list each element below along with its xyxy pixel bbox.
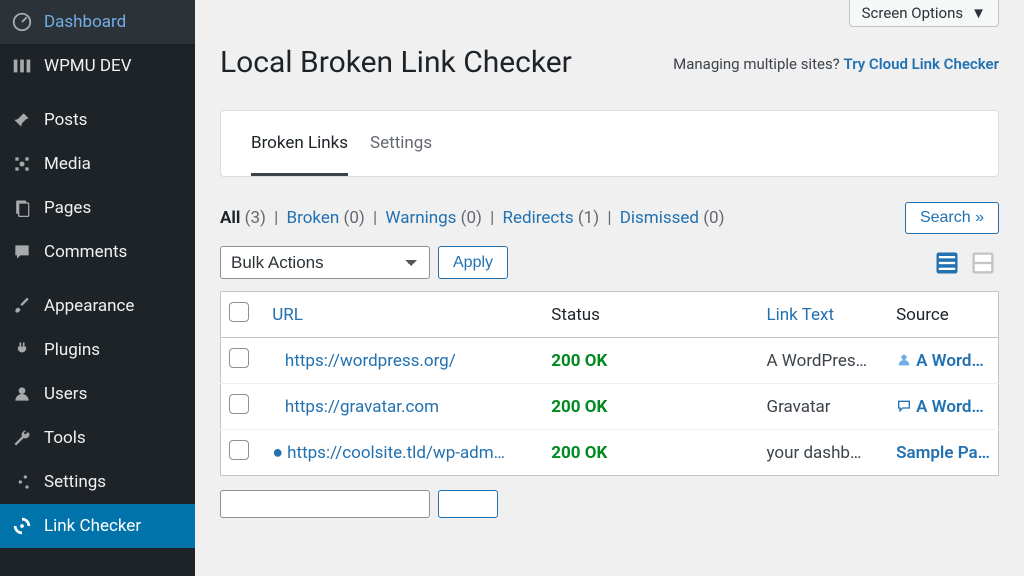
row-url-link[interactable]: https://gravatar.com — [285, 397, 439, 417]
plug-icon — [10, 338, 34, 362]
sidebar-item-label: Tools — [44, 428, 86, 448]
sidebar-item-label: Media — [44, 154, 91, 174]
sidebar-item-label: Posts — [44, 110, 87, 130]
sidebar-item-comments[interactable]: Comments — [0, 230, 195, 274]
filter-redirects-count: (1) — [578, 208, 599, 228]
view-compact-icon[interactable] — [967, 247, 999, 279]
table-row: ●https://coolsite.tld/wp-adm… 200 OK you… — [221, 430, 999, 476]
bulk-row: Bulk Actions Apply — [220, 246, 999, 279]
sliders-icon — [10, 470, 34, 494]
row-status: 200 OK — [551, 443, 607, 463]
bulk-actions-select[interactable]: Bulk Actions — [220, 246, 430, 279]
redirect-dot-icon: ● — [272, 442, 283, 463]
wrench-icon — [10, 426, 34, 450]
sidebar-item-pages[interactable]: Pages — [0, 186, 195, 230]
bulk-actions-select-bottom[interactable] — [220, 490, 430, 518]
row-url-link[interactable]: https://wordpress.org/ — [285, 351, 456, 371]
linkchecker-icon — [10, 514, 34, 538]
sidebar-item-tools[interactable]: Tools — [0, 416, 195, 460]
sidebar-item-label: Plugins — [44, 340, 100, 360]
admin-sidebar: Dashboard WPMU DEV Posts Media Pages Com… — [0, 0, 195, 576]
sidebar-item-label: Pages — [44, 198, 91, 218]
filter-links: All (3) | Broken (0) | Warnings (0) | Re… — [220, 208, 725, 228]
tabs: Broken Links Settings — [221, 111, 998, 176]
row-status: 200 OK — [551, 397, 607, 417]
filter-all-count: (3) — [245, 208, 266, 228]
filter-redirects[interactable]: Redirects — [503, 208, 574, 228]
tab-settings[interactable]: Settings — [370, 111, 432, 176]
search-button[interactable]: Search » — [905, 202, 999, 234]
links-table: URL Status Link Text Source https://word… — [220, 291, 999, 476]
select-all-checkbox[interactable] — [229, 302, 249, 322]
row-checkbox[interactable] — [229, 440, 249, 460]
row-checkbox[interactable] — [229, 394, 249, 414]
row-linktext: your dashb… — [759, 430, 889, 476]
filter-dismissed[interactable]: Dismissed — [620, 208, 699, 228]
row-source-link[interactable]: Sample Pa… — [896, 443, 990, 463]
view-list-icon[interactable] — [931, 247, 963, 279]
filter-warnings[interactable]: Warnings — [385, 208, 456, 228]
pin-icon — [10, 108, 34, 132]
sidebar-item-label: Link Checker — [44, 516, 141, 536]
sidebar-item-appearance[interactable]: Appearance — [0, 284, 195, 328]
sidebar-item-label: WPMU DEV — [44, 56, 132, 76]
row-source-link[interactable]: A Word… — [916, 351, 984, 371]
table-row: https://gravatar.com 200 OK Gravatar A W… — [221, 384, 999, 430]
user-icon — [896, 352, 912, 368]
subtitle: Managing multiple sites? Try Cloud Link … — [673, 55, 999, 73]
row-linktext: Gravatar — [759, 384, 889, 430]
media-icon — [10, 152, 34, 176]
sidebar-item-label: Dashboard — [44, 12, 126, 32]
sidebar-item-posts[interactable]: Posts — [0, 98, 195, 142]
sidebar-item-link-checker[interactable]: Link Checker — [0, 504, 195, 548]
th-source: Source — [888, 292, 998, 338]
apply-button[interactable]: Apply — [438, 246, 508, 279]
sidebar-item-users[interactable]: Users — [0, 372, 195, 416]
try-cloud-link[interactable]: Try Cloud Link Checker — [844, 55, 1000, 73]
view-mode — [931, 247, 999, 279]
sidebar-item-media[interactable]: Media — [0, 142, 195, 186]
brush-icon — [10, 294, 34, 318]
tab-broken-links[interactable]: Broken Links — [251, 111, 348, 176]
row-checkbox[interactable] — [229, 348, 249, 368]
user-icon — [10, 382, 34, 406]
subtitle-text: Managing multiple sites? — [673, 55, 843, 73]
filter-broken-count: (0) — [344, 208, 365, 228]
dashboard-icon — [10, 10, 34, 34]
th-url[interactable]: URL — [264, 292, 543, 338]
filter-broken[interactable]: Broken — [287, 208, 340, 228]
sidebar-item-wpmudev[interactable]: WPMU DEV — [0, 44, 195, 88]
main-area: Screen Options ▼ Local Broken Link Check… — [195, 0, 1024, 576]
row-linktext: A WordPres… — [759, 338, 889, 384]
sidebar-item-settings[interactable]: Settings — [0, 460, 195, 504]
tabs-card: Broken Links Settings — [220, 110, 999, 177]
comment-icon — [896, 398, 912, 414]
filter-warnings-count: (0) — [461, 208, 482, 228]
chevron-down-icon: ▼ — [971, 4, 986, 22]
table-header-row: URL Status Link Text Source — [221, 292, 999, 338]
screen-options-toggle[interactable]: Screen Options ▼ — [849, 0, 999, 27]
row-source-link[interactable]: A Word… — [916, 397, 984, 417]
sidebar-item-label: Users — [44, 384, 87, 404]
row-status: 200 OK — [551, 351, 607, 371]
bottom-bulk-controls — [220, 490, 999, 518]
sidebar-item-label: Comments — [44, 242, 127, 262]
sidebar-item-label: Settings — [44, 472, 106, 492]
comment-icon — [10, 240, 34, 264]
sidebar-item-plugins[interactable]: Plugins — [0, 328, 195, 372]
row-url-link[interactable]: https://coolsite.tld/wp-adm… — [287, 443, 505, 463]
apply-button-bottom[interactable] — [438, 490, 498, 518]
wpmudev-icon — [10, 54, 34, 78]
sidebar-item-dashboard[interactable]: Dashboard — [0, 0, 195, 44]
filter-dismissed-count: (0) — [703, 208, 724, 228]
table-row: https://wordpress.org/ 200 OK A WordPres… — [221, 338, 999, 384]
filter-row: All (3) | Broken (0) | Warnings (0) | Re… — [220, 202, 999, 234]
th-status: Status — [543, 292, 758, 338]
filter-all[interactable]: All — [220, 208, 240, 228]
pages-icon — [10, 196, 34, 220]
screen-options-label: Screen Options — [862, 4, 964, 22]
sidebar-item-label: Appearance — [44, 296, 134, 316]
th-linktext[interactable]: Link Text — [759, 292, 889, 338]
